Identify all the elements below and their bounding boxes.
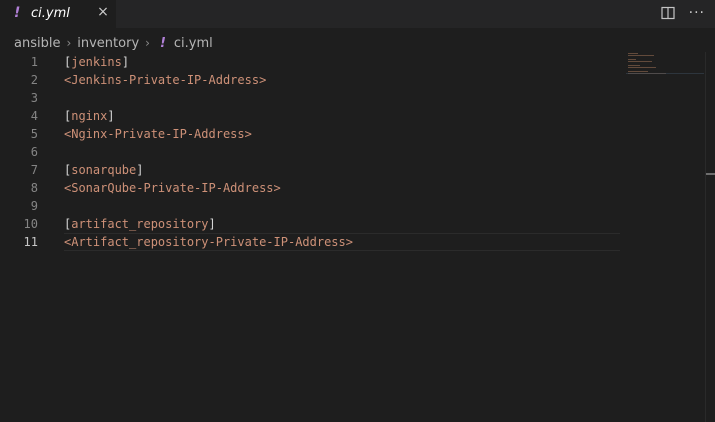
code-line: [sonarqube]: [64, 161, 620, 179]
host-value: <Jenkins-Private-IP-Address>: [64, 73, 267, 87]
bracket-close: ]: [107, 109, 115, 123]
section-name: nginx: [71, 109, 108, 123]
tab-label: ci.yml: [31, 6, 70, 21]
breadcrumb: ansible › inventory › ! ci.yml: [14, 34, 213, 52]
line-number-gutter: 1 2 3 4 5 6 7 8 9 10 11: [0, 53, 50, 251]
code-line: <Jenkins-Private-IP-Address>: [64, 71, 620, 89]
tab-bar: ! ci.yml × ···: [0, 0, 715, 28]
code-line: <SonarQube-Private-IP-Address>: [64, 179, 620, 197]
line-number: 2: [30, 73, 38, 87]
line-number: 11: [23, 235, 38, 249]
code-line: [nginx]: [64, 107, 620, 125]
host-value: <Artifact_repository-Private-IP-Address>: [64, 235, 353, 249]
code-line: [jenkins]: [64, 53, 620, 71]
breadcrumb-item-file[interactable]: ci.yml: [174, 36, 213, 51]
chevron-right-icon: ›: [145, 36, 150, 50]
line-number: 8: [30, 181, 38, 195]
host-value: <Nginx-Private-IP-Address>: [64, 127, 252, 141]
editor-actions: ···: [661, 6, 705, 22]
code-editor[interactable]: [jenkins] <Jenkins-Private-IP-Address> [n…: [64, 53, 620, 251]
tab-ci-yml[interactable]: ! ci.yml ×: [0, 0, 116, 28]
code-line: <Artifact_repository-Private-IP-Address>: [64, 233, 620, 251]
code-line: [artifact_repository]: [64, 215, 620, 233]
code-line: <Nginx-Private-IP-Address>: [64, 125, 620, 143]
section-name: jenkins: [71, 55, 122, 69]
chevron-right-icon: ›: [66, 36, 72, 50]
vertical-scrollbar[interactable]: [705, 52, 715, 422]
section-name: sonarqube: [71, 163, 137, 177]
breadcrumb-item-ansible[interactable]: ansible: [14, 36, 60, 51]
host-value: <SonarQube-Private-IP-Address>: [64, 181, 281, 195]
breadcrumb-item-inventory[interactable]: inventory: [77, 36, 139, 51]
more-actions-icon[interactable]: ···: [689, 6, 705, 22]
line-number: 10: [23, 217, 38, 231]
line-number: 1: [30, 55, 38, 69]
bracket-close: ]: [136, 163, 144, 177]
split-editor-icon[interactable]: [661, 6, 675, 20]
scrollbar-cursor-marker: [706, 173, 715, 175]
close-icon[interactable]: ×: [96, 5, 110, 19]
section-name: artifact_repository: [71, 217, 209, 231]
line-number: 9: [30, 199, 38, 213]
line-number: 3: [30, 91, 38, 105]
yaml-file-icon: !: [159, 35, 166, 51]
line-number: 7: [30, 163, 38, 177]
line-number: 5: [30, 127, 38, 141]
minimap[interactable]: [626, 52, 704, 78]
bracket-close: ]: [121, 55, 130, 69]
bracket-close: ]: [208, 217, 216, 231]
line-number: 6: [30, 145, 38, 159]
yaml-file-icon: !: [14, 5, 21, 21]
line-number: 4: [30, 109, 38, 123]
